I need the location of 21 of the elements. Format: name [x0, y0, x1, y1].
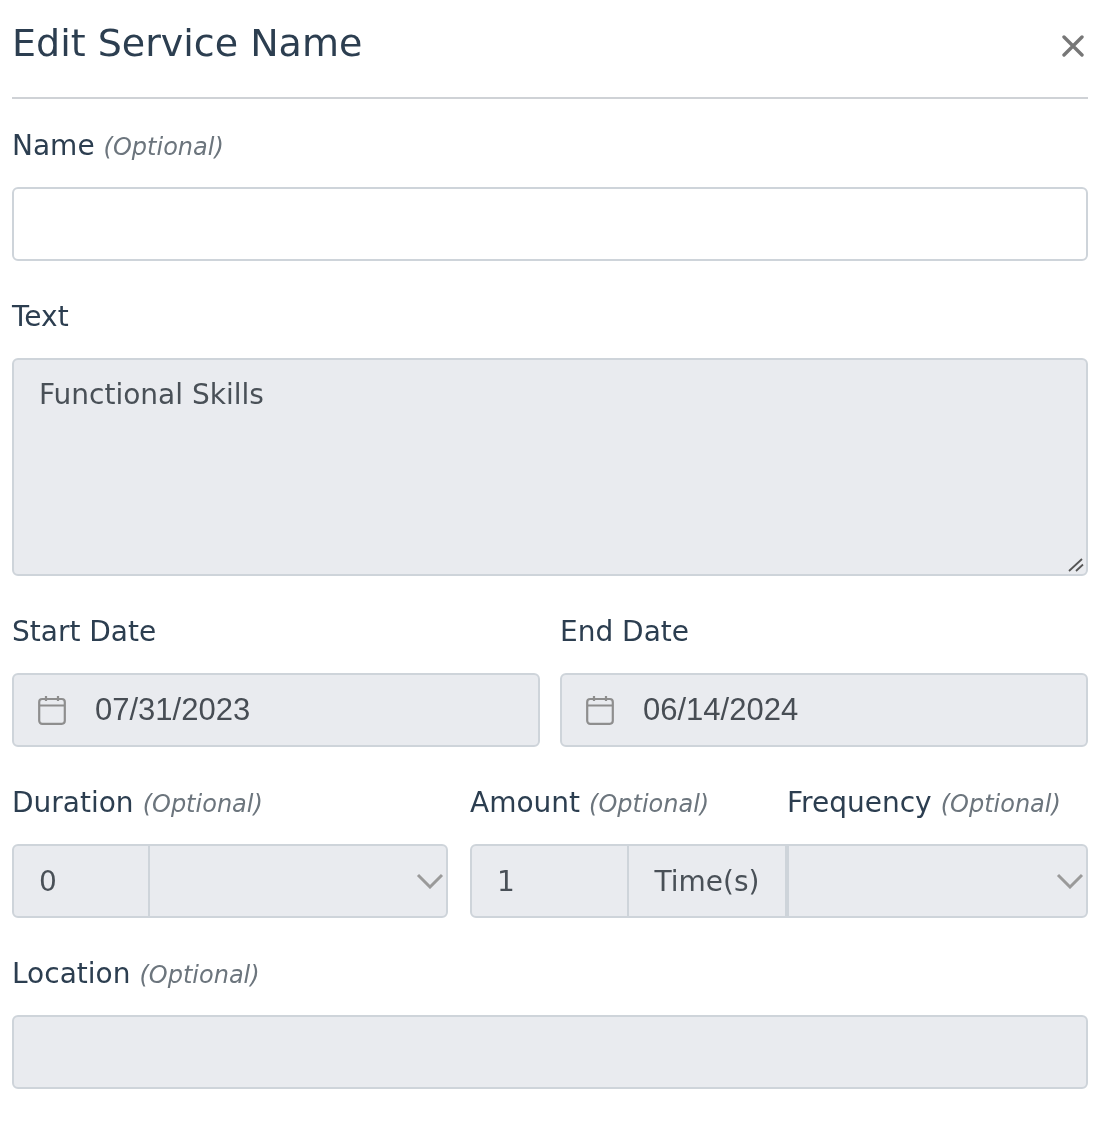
optional-note: (Optional) [139, 961, 260, 989]
field-label: Text [12, 300, 69, 333]
close-icon [1062, 35, 1084, 57]
field-label: Name [12, 129, 95, 162]
optional-note: (Optional) [589, 790, 710, 818]
chevron-down-icon [416, 873, 444, 889]
text-input[interactable] [12, 187, 1088, 261]
field-label: Location [12, 957, 131, 990]
field-label: Amount [470, 786, 581, 819]
calendar-icon [586, 695, 614, 725]
unit-label: Time(s) [627, 844, 787, 918]
optional-note: (Optional) [940, 790, 1061, 818]
field-label: Duration [12, 786, 134, 819]
optional-note: (Optional) [103, 133, 224, 161]
chevron-down-icon [1056, 873, 1084, 889]
dialog-title: Edit Service Name [12, 21, 363, 67]
optional-note: (Optional) [142, 790, 263, 818]
calendar-icon [38, 695, 66, 725]
field-label: Start Date [12, 615, 157, 648]
field-label: Frequency [787, 786, 932, 819]
field-label: End Date [560, 615, 690, 648]
